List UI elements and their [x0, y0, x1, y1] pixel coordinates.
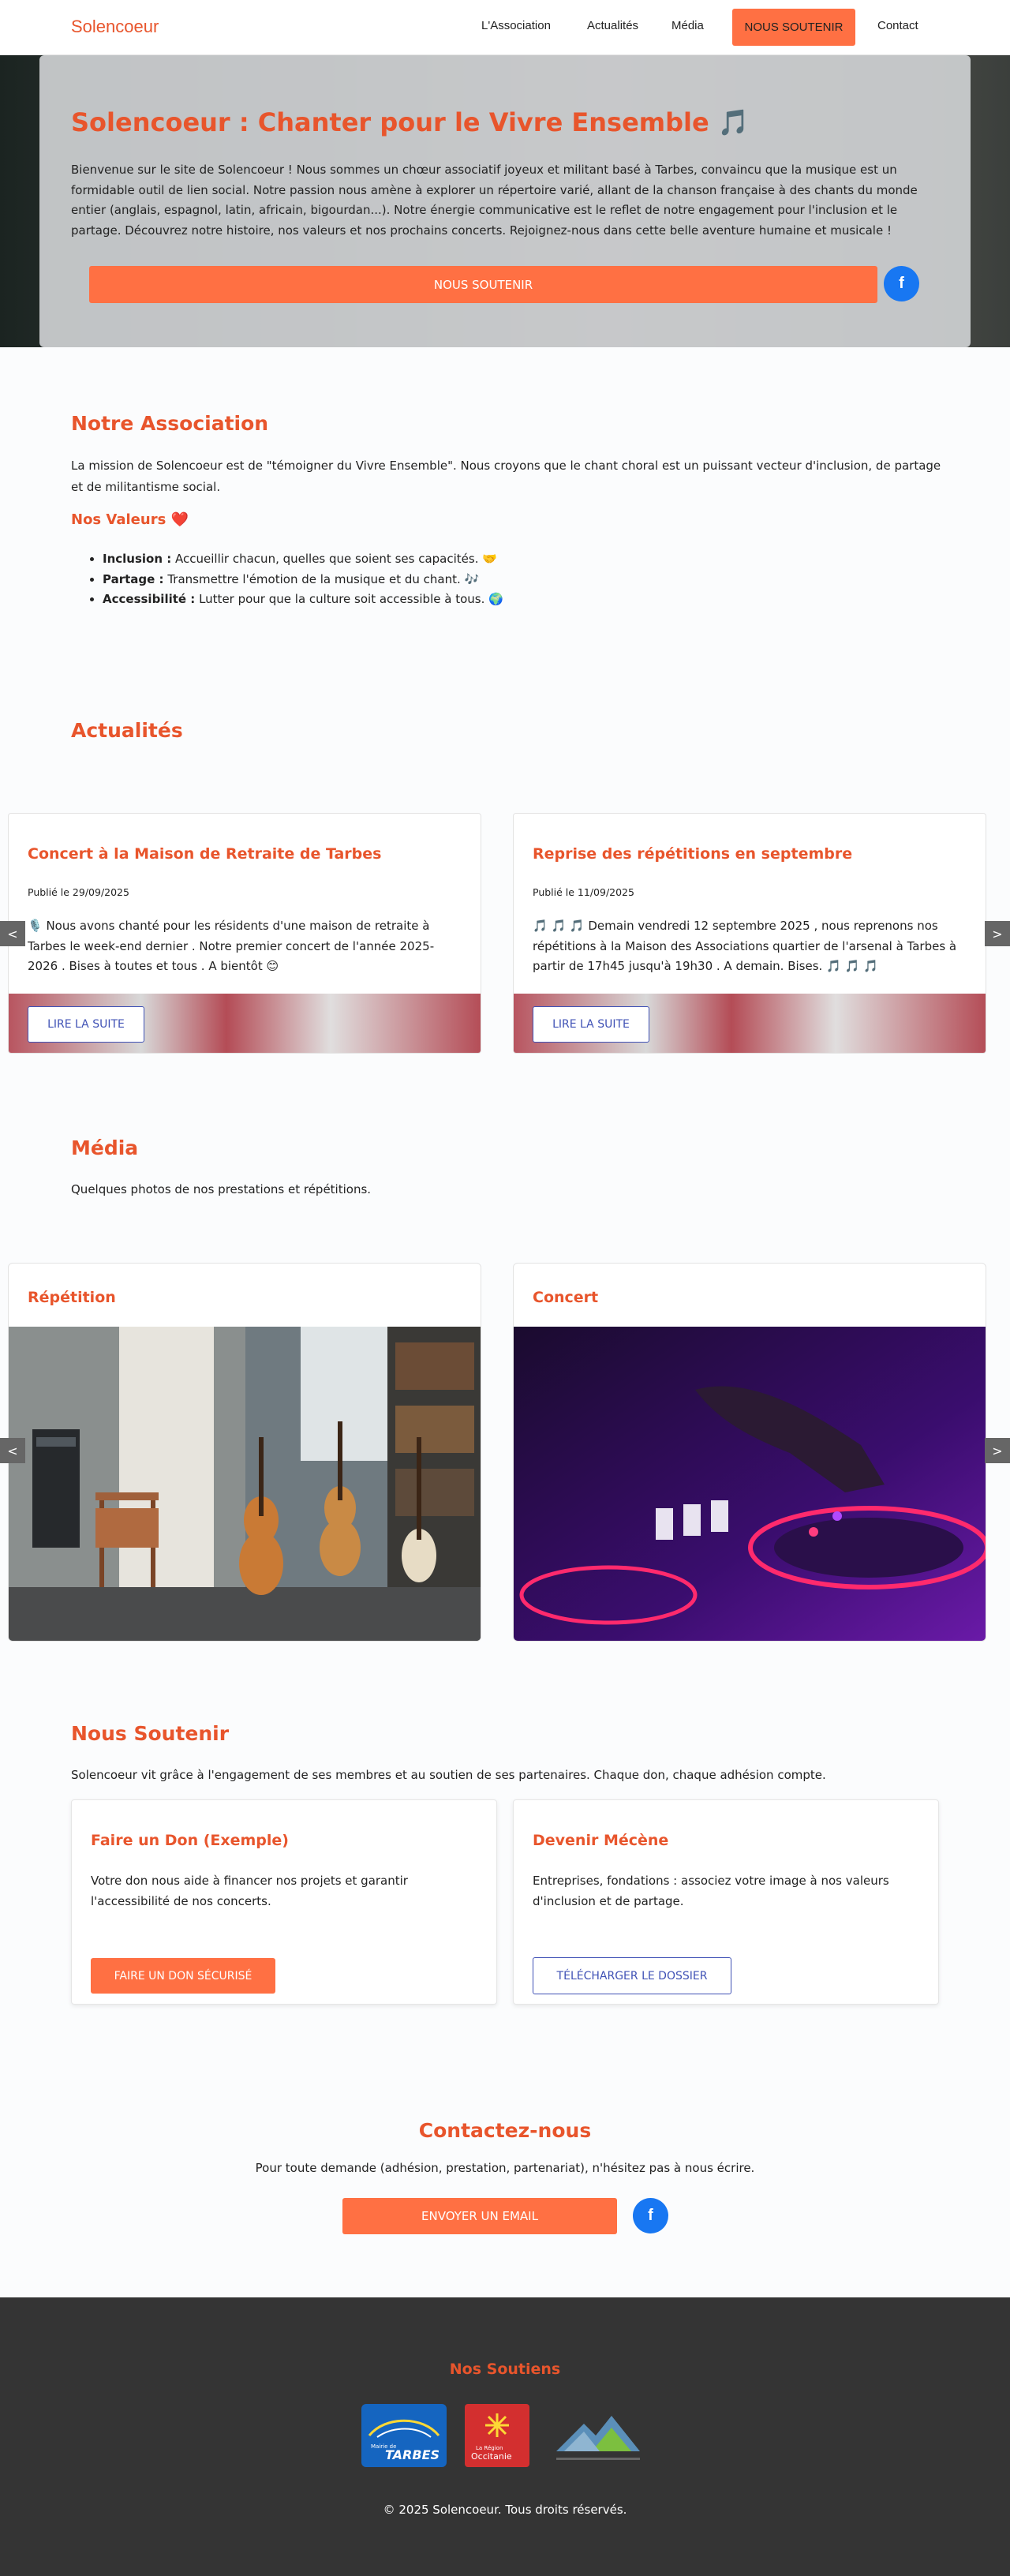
list-item: Accessibilité : Lutter pour que la cultu… — [103, 590, 503, 610]
news-card-title[interactable]: Concert à la Maison de Retraite de Tarbe… — [28, 845, 381, 863]
mecene-card-title: Devenir Mécène — [533, 1832, 669, 1849]
news-card-title[interactable]: Reprise des répétitions en septembre — [533, 845, 852, 863]
hero-support-button[interactable]: NOUS SOUTENIR — [89, 266, 877, 303]
donate-button[interactable]: FAIRE UN DON SÉCURISÉ — [91, 1958, 275, 1994]
media-text: Quelques photos de nos prestations et ré… — [71, 1182, 372, 1196]
don-card-text: Votre don nous aide à financer nos proje… — [91, 1874, 408, 1908]
send-email-button[interactable]: ENVOYER UN EMAIL — [342, 2198, 617, 2234]
don-card: Faire un Don (Exemple) Votre don nous ai… — [71, 1799, 497, 2005]
sponsors-title: Nos Soutiens — [449, 2361, 561, 2378]
read-more-button[interactable]: LIRE LA SUITE — [533, 1006, 649, 1043]
carousel-prev-button[interactable]: < — [0, 921, 25, 946]
don-card-title: Faire un Don (Exemple) — [91, 1832, 289, 1849]
nav-link-media[interactable]: Média — [671, 19, 704, 32]
list-item: Inclusion : Accueillir chacun, quelles q… — [103, 549, 503, 570]
concert-photo[interactable] — [514, 1327, 986, 1641]
download-dossier-button[interactable]: TÉLÉCHARGER LE DOSSIER — [533, 1957, 731, 1994]
news-card: Concert à la Maison de Retraite de Tarbe… — [8, 813, 481, 1054]
news-card-date: Publié le 11/09/2025 — [533, 886, 634, 898]
copyright: © 2025 Solencoeur. Tous droits réservés. — [383, 2503, 627, 2517]
media-title: Média — [71, 1136, 139, 1159]
media-card-title: Concert — [533, 1289, 599, 1306]
svg-text:TARBES: TARBES — [385, 2447, 440, 2462]
news-card-text: 🎵 🎵 🎵 Demain vendredi 12 septembre 2025 … — [533, 919, 957, 973]
carousel-next-button[interactable]: > — [985, 921, 1010, 946]
facebook-icon[interactable]: f — [633, 2198, 668, 2233]
carousel-prev-button[interactable]: < — [0, 1438, 25, 1463]
nav-link-actualites[interactable]: Actualités — [587, 19, 638, 32]
site-logo[interactable]: Solencoeur — [71, 17, 159, 37]
media-card: Concert — [513, 1263, 986, 1642]
contact-title: Contactez-nous — [418, 2119, 592, 2142]
values-title: Nos Valeurs ❤️ — [71, 511, 189, 528]
tarbes-logo: Mairie de TARBES — [361, 2404, 447, 2467]
site-header: Solencoeur L'Association Actualités Médi… — [0, 0, 1010, 55]
news-card-date: Publié le 29/09/2025 — [28, 886, 129, 898]
association-text: La mission de Solencoeur est de "témoign… — [71, 459, 941, 494]
nav-button-nous-soutenir[interactable]: NOUS SOUTENIR — [732, 9, 855, 46]
svg-text:Occitanie: Occitanie — [471, 2451, 512, 2462]
media-card-title: Répétition — [28, 1289, 116, 1306]
facebook-icon[interactable]: f — [884, 266, 919, 301]
news-title: Actualités — [71, 719, 183, 742]
nav-link-contact[interactable]: Contact — [877, 19, 918, 32]
hero-text: Bienvenue sur le site de Solencoeur ! No… — [71, 163, 918, 238]
media-card: Répétition — [8, 1263, 481, 1642]
rehearsal-photo[interactable] — [9, 1327, 481, 1641]
news-card-text: 🎙️ Nous avons chanté pour les résidents … — [28, 919, 435, 973]
hero-title: Solencoeur : Chanter pour le Vivre Ensem… — [71, 107, 750, 137]
news-card: Reprise des répétitions en septembre Pub… — [513, 813, 986, 1054]
site-footer: Nos Soutiens Mairie de TARBES La Région … — [0, 2297, 1010, 2576]
support-title: Nous Soutenir — [71, 1722, 230, 1745]
values-list: Inclusion : Accueillir chacun, quelles q… — [103, 549, 503, 610]
occitanie-logo: La Région Occitanie — [465, 2404, 529, 2467]
mecene-card-text: Entreprises, fondations : associez votre… — [533, 1874, 889, 1908]
nav-link-association[interactable]: L'Association — [481, 19, 551, 32]
mecene-card: Devenir Mécène Entreprises, fondations :… — [513, 1799, 939, 2005]
pyrenees-logo — [548, 2404, 648, 2467]
svg-text:La Région: La Région — [476, 2445, 503, 2451]
carousel-next-button[interactable]: > — [985, 1438, 1010, 1463]
list-item: Partage : Transmettre l'émotion de la mu… — [103, 570, 503, 590]
read-more-button[interactable]: LIRE LA SUITE — [28, 1006, 144, 1043]
support-text: Solencoeur vit grâce à l'engagement de s… — [71, 1768, 826, 1782]
contact-text: Pour toute demande (adhésion, prestation… — [255, 2161, 755, 2175]
association-title: Notre Association — [71, 412, 269, 435]
